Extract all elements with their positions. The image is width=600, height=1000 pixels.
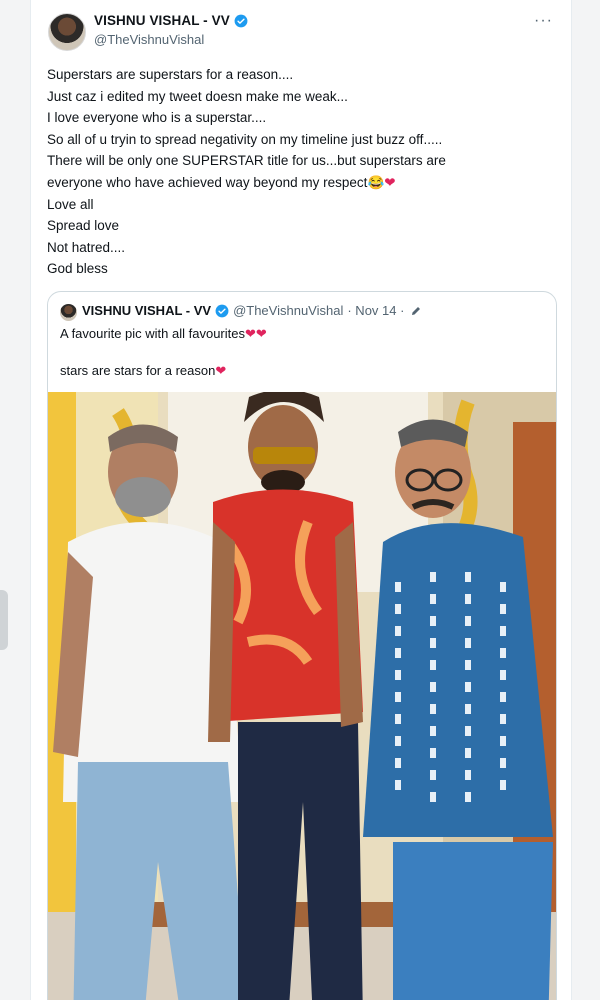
quoted-display-name: VISHNU VISHAL - VV xyxy=(82,303,212,318)
quoted-header: VISHNU VISHAL - VV @TheVishnuVishal · No… xyxy=(82,303,422,318)
tweet-line: I love everyone who is a superstar.... xyxy=(47,110,267,126)
verified-badge-icon xyxy=(215,304,229,317)
tweet-line: So all of u tryin to spread negativity o… xyxy=(47,131,443,147)
tweet-line: Superstars are superstars for a reason..… xyxy=(47,67,294,82)
tweet-line: Spread love xyxy=(47,218,120,234)
quoted-avatar xyxy=(60,304,77,321)
author-row: VISHNU VISHAL - VV xyxy=(94,13,248,28)
handle[interactable]: @TheVishnuVishal xyxy=(94,32,204,47)
heart-emoji-icon: ❤ xyxy=(384,174,396,190)
scroll-edge-indicator xyxy=(0,590,8,650)
quoted-photo[interactable] xyxy=(48,392,556,1000)
verified-badge-icon xyxy=(234,14,248,27)
quoted-handle: @TheVishnuVishal xyxy=(233,303,344,318)
heart-emoji-icon: ❤ xyxy=(215,363,227,378)
quoted-text: A favourite pic with all favourites xyxy=(60,326,245,341)
quoted-text-line: stars are stars for a reason❤ xyxy=(60,363,226,379)
tweet-card[interactable]: VISHNU VISHAL - VV @TheVishnuVishal ··· … xyxy=(30,0,572,1000)
tweet-line: everyone who have achieved way beyond my… xyxy=(47,172,557,194)
quoted-date: · Nov 14 · xyxy=(347,303,405,318)
tweet-line: There will be only one SUPERSTAR title f… xyxy=(47,153,446,169)
display-name[interactable]: VISHNU VISHAL - VV xyxy=(94,13,230,28)
tweet-line: God bless xyxy=(47,261,108,277)
tweet-line: Love all xyxy=(47,196,94,212)
quoted-text: stars are stars for a reason xyxy=(60,363,216,378)
tweet-line-text: everyone who have achieved way beyond my… xyxy=(47,174,368,190)
heart-emoji-icon: ❤❤ xyxy=(244,326,267,341)
edited-pencil-icon xyxy=(412,306,421,315)
laughing-emoji-icon: 😂 xyxy=(367,174,385,190)
tweet-line: Not hatred.... xyxy=(47,239,126,255)
more-options-icon[interactable]: ··· xyxy=(534,12,553,30)
quoted-text-line: A favourite pic with all favourites❤❤ xyxy=(60,326,267,342)
tweet-line: Just caz i edited my tweet doesn make me… xyxy=(47,88,348,104)
tweet-text: Superstars are superstars for a reason..… xyxy=(47,64,557,280)
quoted-tweet[interactable]: VISHNU VISHAL - VV @TheVishnuVishal · No… xyxy=(47,291,557,1000)
avatar[interactable] xyxy=(48,13,86,51)
